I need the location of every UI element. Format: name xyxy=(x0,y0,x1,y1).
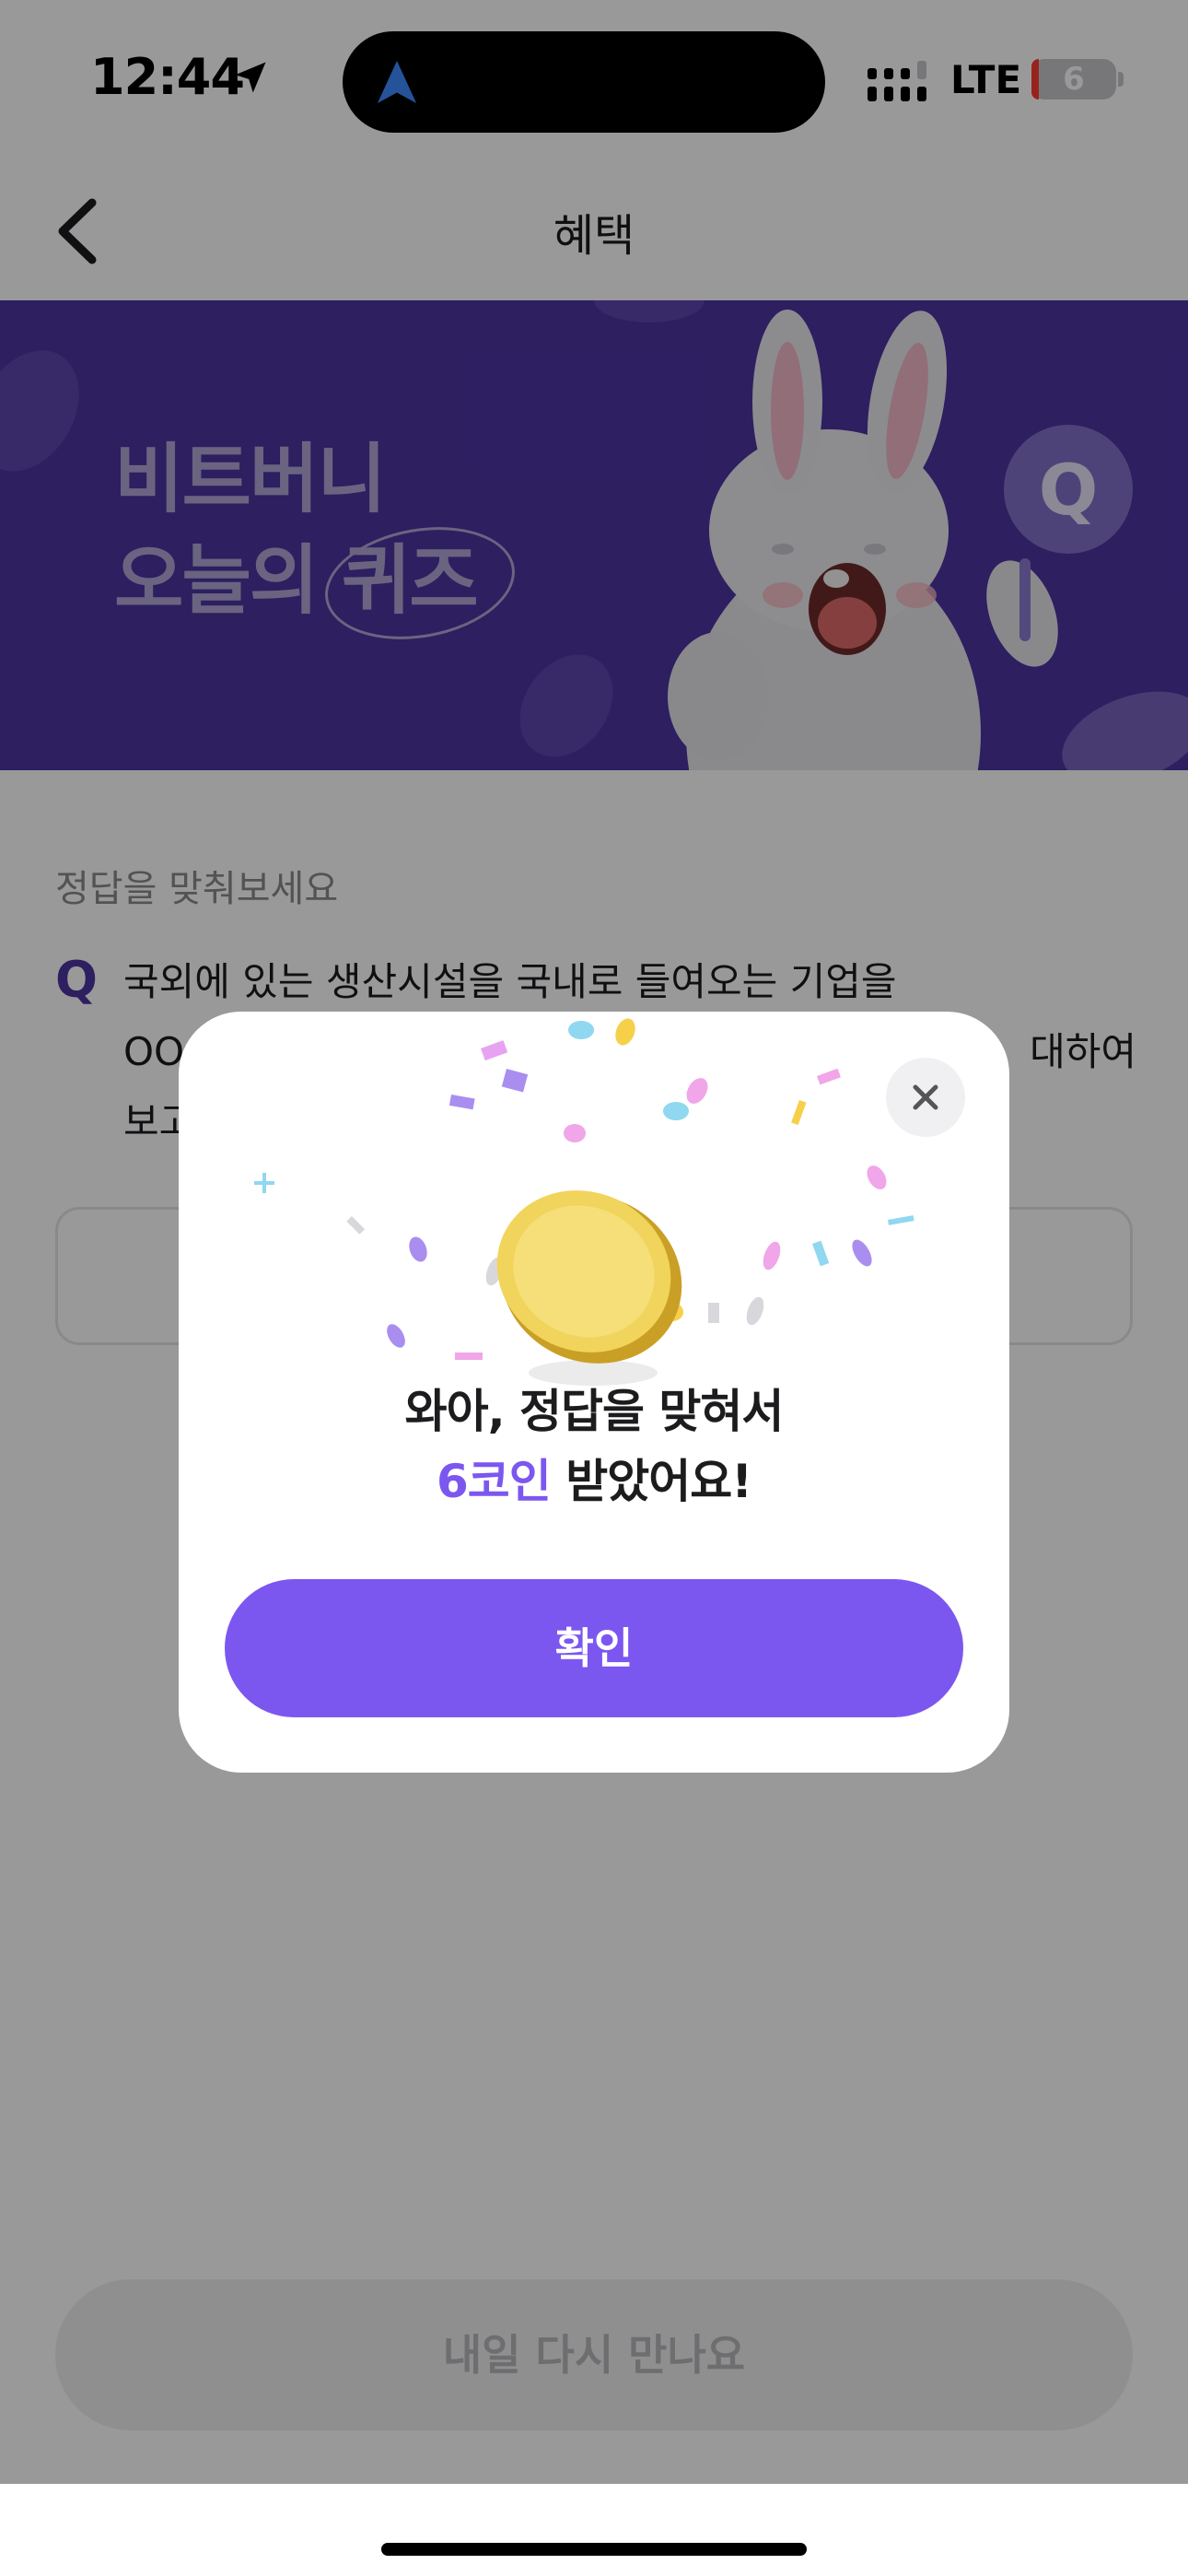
reward-message-rest: 받았어요! xyxy=(550,1455,752,1508)
coin-amount: 6코인 xyxy=(436,1455,552,1508)
reward-message-line2: 6코인 받았어요! xyxy=(179,1445,1009,1511)
home-area xyxy=(0,2484,1188,2576)
confirm-button[interactable]: 확인 xyxy=(225,1579,963,1717)
close-button[interactable] xyxy=(886,1058,965,1137)
close-icon xyxy=(913,1084,938,1110)
reward-modal: 와아, 정답을 맞혀서 6코인 받았어요! 확인 xyxy=(179,1012,1009,1773)
reward-message-line1: 와아, 정답을 맞혀서 xyxy=(404,1385,785,1438)
home-indicator[interactable] xyxy=(381,2543,807,2556)
